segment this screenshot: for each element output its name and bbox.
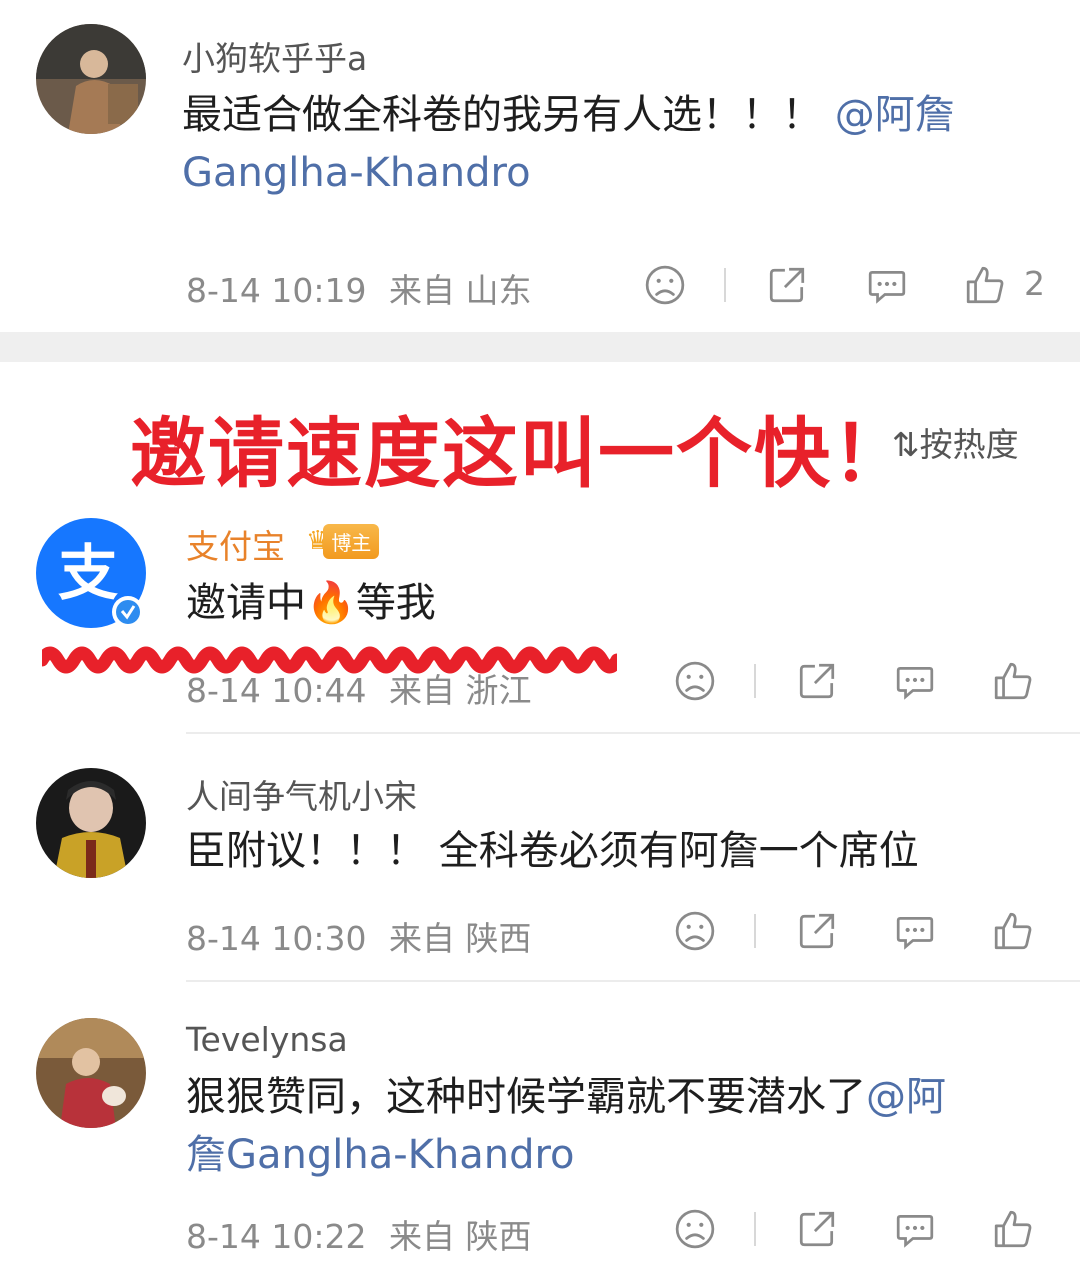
fire-emoji: 🔥 xyxy=(306,580,356,626)
username[interactable]: 支付宝 xyxy=(186,520,285,568)
section-separator xyxy=(0,332,1080,362)
avatar[interactable] xyxy=(36,1018,146,1128)
comment-icon[interactable] xyxy=(892,1206,938,1252)
sad-face-icon[interactable] xyxy=(672,908,718,954)
username[interactable]: 人间争气机小宋 xyxy=(186,770,417,818)
timestamp: 8-14 10:30 xyxy=(186,919,367,958)
divider xyxy=(754,664,756,698)
like-icon[interactable] xyxy=(990,658,1036,704)
sort-button[interactable]: ⇅按热度 xyxy=(892,418,1019,466)
divider xyxy=(724,268,726,302)
share-icon[interactable] xyxy=(794,1206,840,1252)
comment-text: 狠狠赞同，这种时候学霸就不要潜水了@阿 詹Ganglha-Khandro xyxy=(186,1068,1046,1184)
sad-face-icon[interactable] xyxy=(642,262,688,308)
username[interactable]: 小狗软乎乎a xyxy=(182,32,367,80)
divider xyxy=(186,732,1080,734)
comment-actions xyxy=(670,908,1050,958)
mention-link-cont[interactable]: 詹Ganglha-Khandro xyxy=(186,1132,575,1178)
comment-text-end: 等我 xyxy=(355,580,436,626)
mention-link[interactable]: @阿 xyxy=(866,1074,946,1120)
share-icon[interactable] xyxy=(794,658,840,704)
comment-actions xyxy=(670,658,1050,708)
comment-text: 邀请中🔥等我 xyxy=(186,574,786,632)
avatar[interactable] xyxy=(36,768,146,878)
like-icon[interactable] xyxy=(990,1206,1036,1252)
blogger-badge: ♛ 博主 xyxy=(306,523,380,559)
comment-meta: 8-14 10:22 来自 陕西 xyxy=(186,1210,532,1258)
mention-link[interactable]: @阿詹 xyxy=(835,92,955,138)
divider xyxy=(186,980,1080,982)
location: 来自 陕西 xyxy=(389,1217,532,1256)
comment-icon[interactable] xyxy=(892,908,938,954)
sort-label: 按热度 xyxy=(919,425,1019,464)
comment-meta: 8-14 10:19 来自 山东 xyxy=(186,264,532,312)
sad-face-icon[interactable] xyxy=(672,1206,718,1252)
comment-text: 最适合做全科卷的我另有人选！！！ @阿詹 Ganglha-Khandro xyxy=(182,86,1042,202)
share-icon[interactable] xyxy=(764,262,810,308)
comment-icon[interactable] xyxy=(892,658,938,704)
mention-link-cont[interactable]: Ganglha-Khandro xyxy=(182,150,531,196)
avatar[interactable] xyxy=(36,24,146,134)
location: 来自 山东 xyxy=(389,271,532,310)
red-wavy-underline xyxy=(42,646,617,674)
sort-icon: ⇅ xyxy=(892,425,920,464)
avatar[interactable]: 支 xyxy=(36,518,146,628)
sad-face-icon[interactable] xyxy=(672,658,718,704)
location: 来自 陕西 xyxy=(389,919,532,958)
comment-text-main: 狠狠赞同，这种时候学霸就不要潜水了 xyxy=(186,1074,866,1120)
overlay-headline: 邀请速度这叫一个快！ xyxy=(130,409,910,498)
comment-icon[interactable] xyxy=(864,262,910,308)
divider xyxy=(754,1212,756,1246)
timestamp: 8-14 10:22 xyxy=(186,1217,367,1256)
username[interactable]: Tevelynsa xyxy=(186,1020,348,1059)
comment-text-main: 邀请中 xyxy=(186,580,306,626)
share-icon[interactable] xyxy=(794,908,840,954)
comment-text: 臣附议！！！ 全科卷必须有阿詹一个席位 xyxy=(186,828,919,874)
comment-actions xyxy=(670,1206,1050,1256)
comment-actions: 2 xyxy=(640,262,1060,312)
timestamp: 8-14 10:19 xyxy=(186,271,367,310)
like-icon[interactable] xyxy=(962,262,1008,308)
svg-text:支: 支 xyxy=(58,539,118,609)
like-icon[interactable] xyxy=(990,908,1036,954)
like-count: 2 xyxy=(1024,264,1045,303)
comment-text-main: 最适合做全科卷的我另有人选！！！ xyxy=(182,92,822,138)
divider xyxy=(754,914,756,948)
badge-label: 博主 xyxy=(323,523,380,559)
comment-meta: 8-14 10:30 来自 陕西 xyxy=(186,912,532,960)
